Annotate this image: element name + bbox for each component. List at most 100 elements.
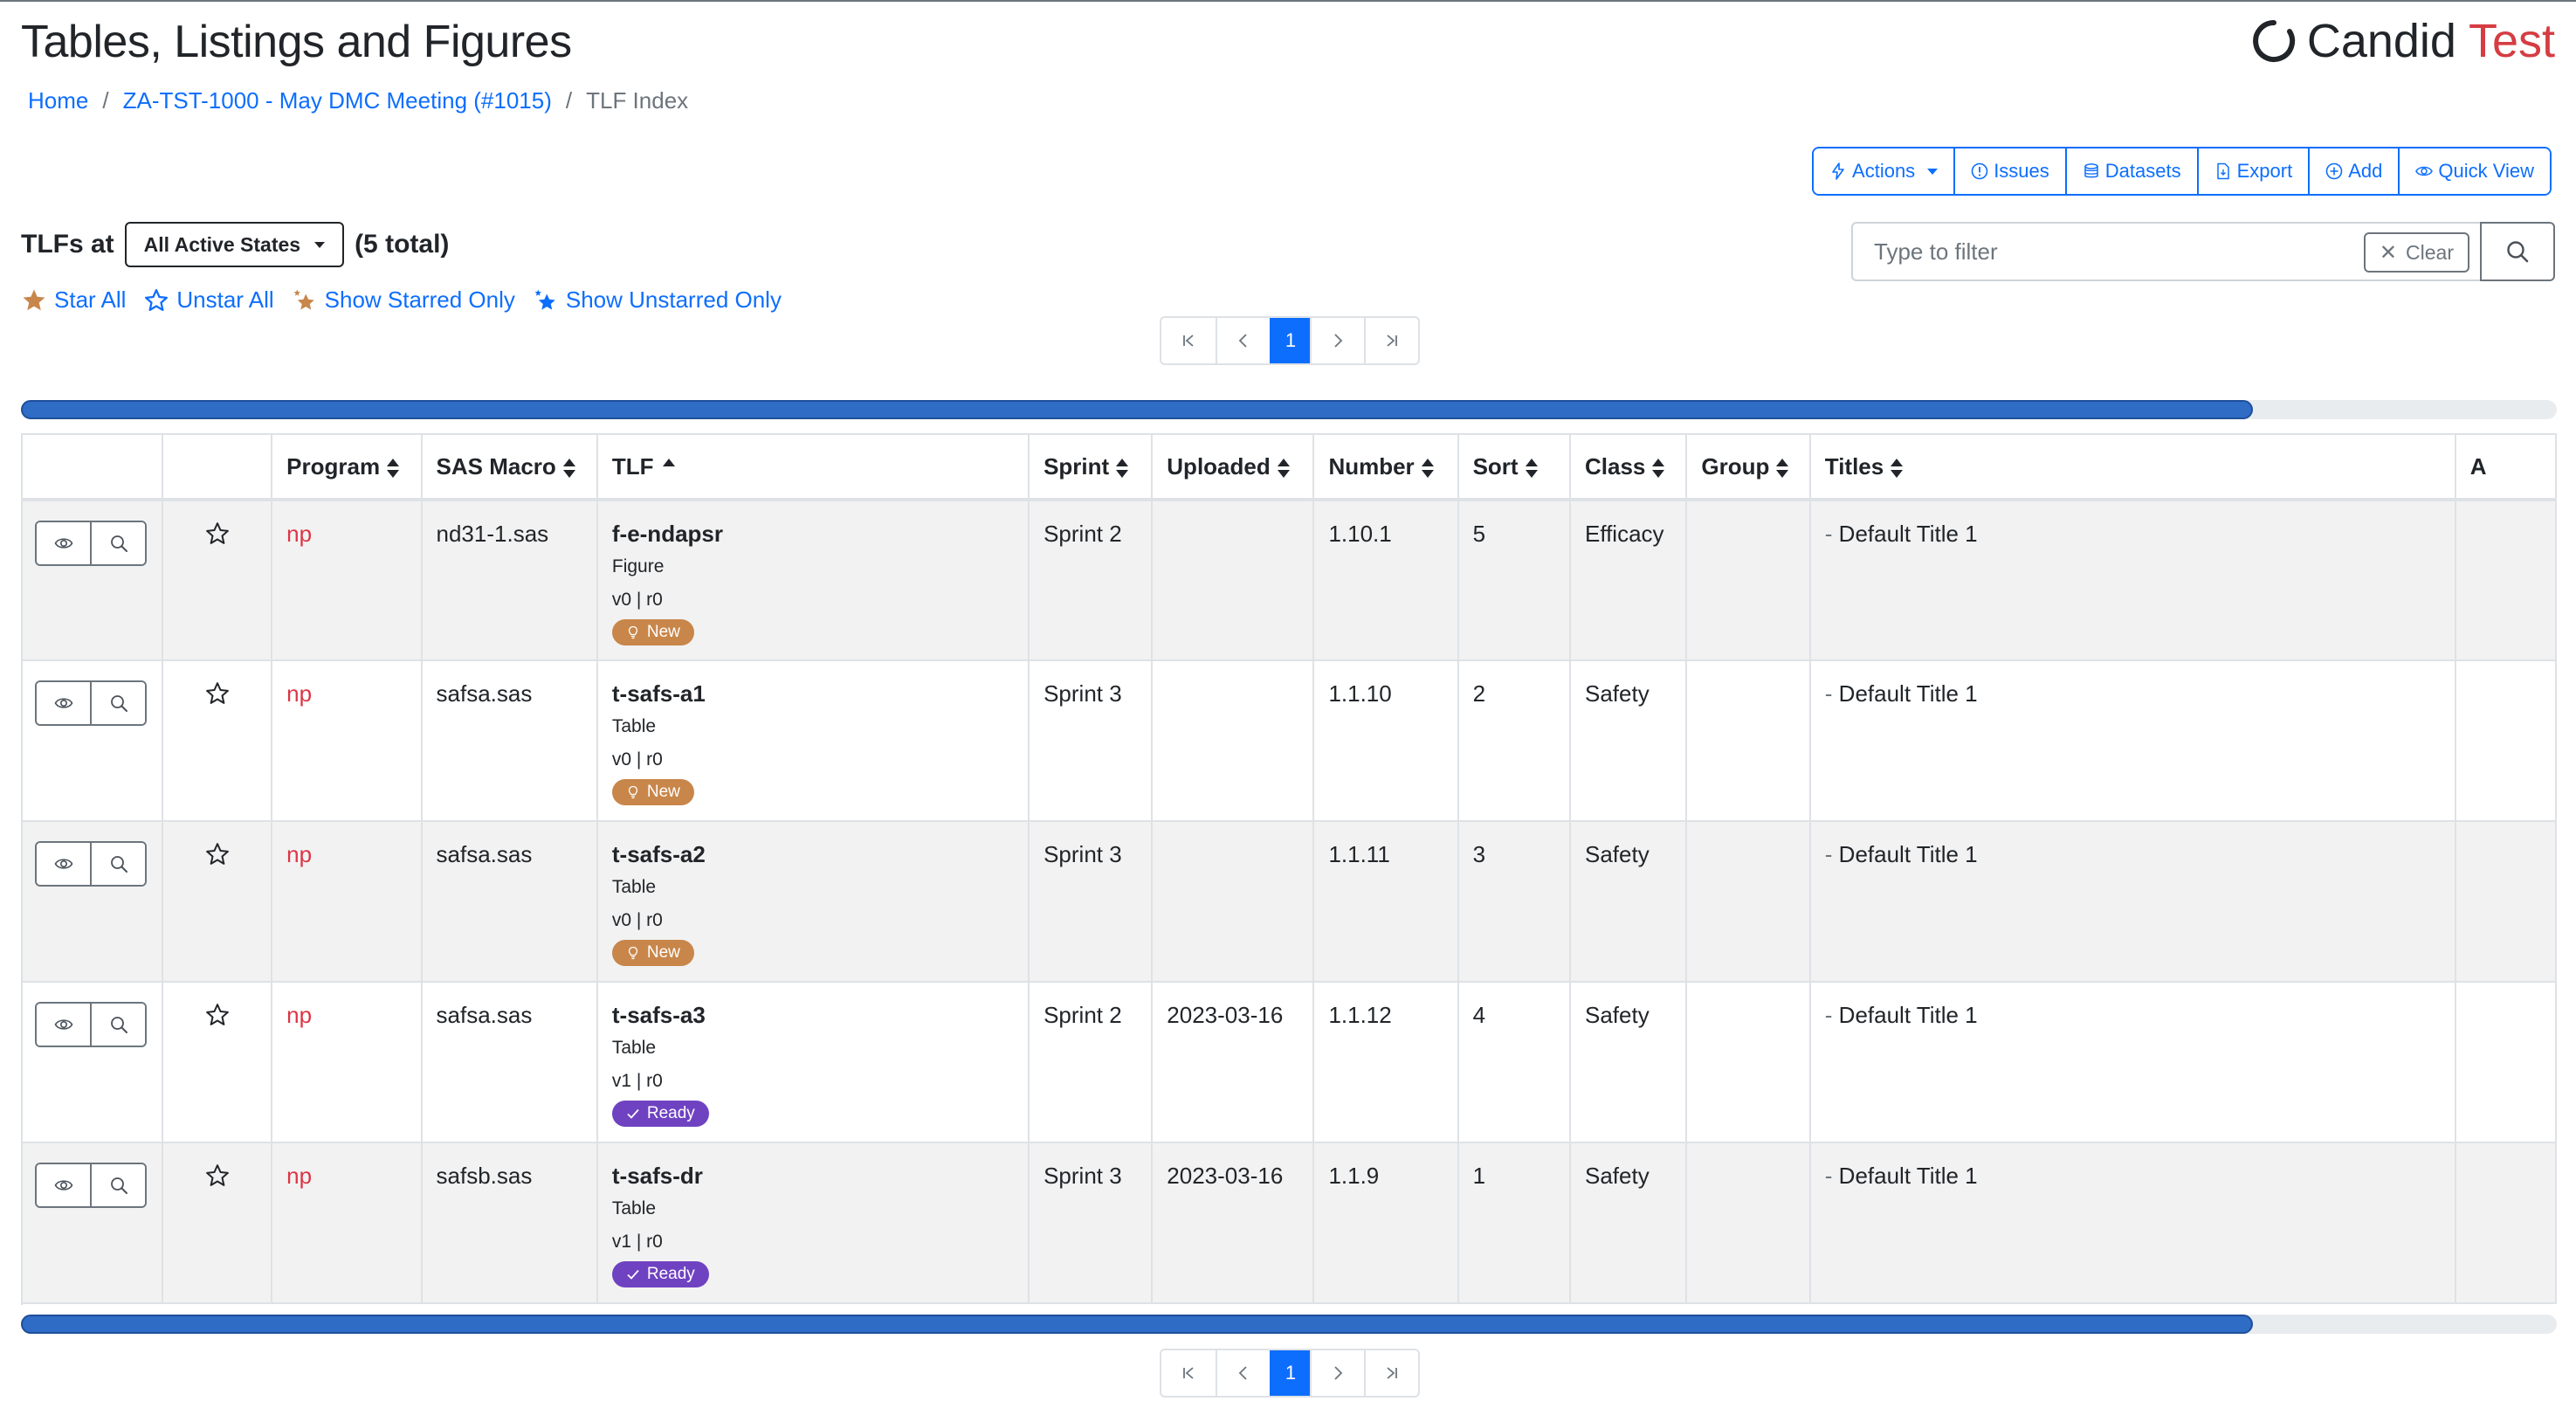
sas-macro-cell: safsa.sas bbox=[421, 821, 598, 983]
sort-icon bbox=[562, 458, 575, 478]
breadcrumb-meeting-link[interactable]: ZA-TST-1000 - May DMC Meeting (#1015) bbox=[123, 87, 552, 114]
horizontal-scrollbar-bottom[interactable] bbox=[21, 1315, 2557, 1334]
scrollbar-thumb[interactable] bbox=[21, 400, 2253, 419]
tlf-name[interactable]: t-safs-dr bbox=[612, 1163, 1014, 1190]
truncated-cell bbox=[2455, 660, 2557, 822]
add-button[interactable]: Add bbox=[2308, 148, 2399, 194]
page-button-current[interactable]: 1 bbox=[1270, 1350, 1310, 1396]
program-cell[interactable]: np bbox=[272, 982, 423, 1143]
actions-button[interactable]: Actions bbox=[1814, 148, 1954, 194]
search-icon bbox=[110, 856, 127, 873]
clear-filter-button[interactable]: ✕ Clear bbox=[2363, 232, 2469, 273]
first-page-button[interactable] bbox=[1161, 318, 1216, 363]
inspect-button[interactable] bbox=[90, 1004, 145, 1046]
scrollbar-thumb[interactable] bbox=[21, 1315, 2253, 1334]
chevron-left-icon bbox=[1238, 1366, 1247, 1380]
first-page-button[interactable] bbox=[1161, 1350, 1216, 1396]
breadcrumb-separator: / bbox=[565, 87, 573, 114]
tlf-name[interactable]: t-safs-a1 bbox=[612, 680, 1014, 708]
inspect-button[interactable] bbox=[90, 843, 145, 885]
row-action-group bbox=[35, 1163, 147, 1208]
column-header-uploaded[interactable]: Uploaded bbox=[1152, 435, 1315, 501]
quick-view-label: Quick View bbox=[2438, 160, 2534, 182]
page-button-current[interactable]: 1 bbox=[1270, 318, 1310, 363]
sas-macro-cell: nd31-1.sas bbox=[421, 500, 598, 661]
status-badge: Ready bbox=[611, 1101, 709, 1127]
last-page-button[interactable] bbox=[1364, 318, 1418, 363]
quick-view-button[interactable]: Quick View bbox=[2398, 148, 2550, 194]
prev-page-button[interactable] bbox=[1216, 1350, 1270, 1396]
column-header-class[interactable]: Class bbox=[1569, 435, 1688, 501]
search-icon bbox=[110, 1177, 127, 1194]
bolt-icon bbox=[1832, 162, 1844, 180]
column-header-program[interactable]: Program bbox=[272, 435, 423, 501]
view-button[interactable] bbox=[37, 522, 90, 564]
tlf-name[interactable]: t-safs-a2 bbox=[612, 841, 1014, 868]
row-actions-cell bbox=[23, 500, 163, 661]
column-header-sort[interactable]: Sort bbox=[1457, 435, 1571, 501]
show-unstarred-link[interactable]: Show Unstarred Only bbox=[533, 286, 782, 314]
sprint-cell: Sprint 3 bbox=[1029, 660, 1154, 822]
next-page-button[interactable] bbox=[1310, 1350, 1364, 1396]
program-cell[interactable]: np bbox=[272, 660, 423, 822]
first-page-icon bbox=[1183, 1367, 1194, 1379]
title-bullet: - bbox=[1824, 1002, 1839, 1028]
tlf-cell: t-safs-dr Table v1 | r0 Ready bbox=[596, 1142, 1030, 1304]
star-toggle[interactable] bbox=[162, 500, 273, 661]
column-header-number[interactable]: Number bbox=[1313, 435, 1459, 501]
uploaded-cell bbox=[1152, 821, 1315, 983]
breadcrumb-home-link[interactable]: Home bbox=[28, 87, 88, 114]
number-cell: 1.10.1 bbox=[1313, 500, 1459, 661]
view-button[interactable] bbox=[37, 682, 90, 724]
inspect-button[interactable] bbox=[90, 522, 145, 564]
column-header-titles[interactable]: Titles bbox=[1809, 435, 2456, 501]
unstar-all-link[interactable]: Unstar All bbox=[143, 286, 274, 314]
tlf-name[interactable]: f-e-ndapsr bbox=[612, 521, 1014, 548]
uploaded-cell: 2023-03-16 bbox=[1152, 1142, 1315, 1304]
export-button[interactable]: Export bbox=[2196, 148, 2309, 194]
view-button[interactable] bbox=[37, 1164, 90, 1206]
column-header-tlf[interactable]: TLF bbox=[596, 435, 1030, 501]
datasets-label: Datasets bbox=[2104, 160, 2181, 182]
brand-logo[interactable]: Candid Test bbox=[2251, 14, 2555, 68]
last-page-button[interactable] bbox=[1364, 1350, 1418, 1396]
breadcrumb: Home / ZA-TST-1000 - May DMC Meeting (#1… bbox=[28, 87, 688, 114]
program-cell[interactable]: np bbox=[272, 1142, 423, 1304]
row-action-group bbox=[35, 1002, 147, 1047]
next-page-button[interactable] bbox=[1310, 318, 1364, 363]
state-select[interactable]: All Active States bbox=[124, 222, 345, 267]
sort-icon bbox=[1891, 458, 1904, 478]
show-starred-link[interactable]: Show Starred Only bbox=[292, 286, 515, 314]
column-header-sprint[interactable]: Sprint bbox=[1029, 435, 1154, 501]
tlf-name[interactable]: t-safs-a3 bbox=[612, 1002, 1014, 1029]
toolbar: Actions Issues Datasets Export Add Quick… bbox=[1812, 147, 2552, 196]
search-icon bbox=[110, 1017, 127, 1033]
issues-button[interactable]: Issues bbox=[1953, 148, 2065, 194]
table-row: np safsa.sas t-safs-a2 Table v0 | r0 New Sprin… bbox=[23, 821, 2557, 983]
row-actions-cell bbox=[23, 982, 163, 1143]
number-cell: 1.1.11 bbox=[1313, 821, 1459, 983]
prev-page-button[interactable] bbox=[1216, 318, 1270, 363]
inspect-button[interactable] bbox=[90, 682, 145, 724]
filter-input[interactable]: Type to filter ✕ Clear bbox=[1851, 222, 2480, 281]
star-toggle[interactable] bbox=[162, 660, 273, 822]
class-cell: Safety bbox=[1569, 821, 1688, 983]
inspect-button[interactable] bbox=[90, 1164, 145, 1206]
star-toggle[interactable] bbox=[162, 821, 273, 983]
program-cell[interactable]: np bbox=[272, 821, 423, 983]
view-button[interactable] bbox=[37, 1004, 90, 1046]
datasets-button[interactable]: Datasets bbox=[2064, 148, 2197, 194]
star-toggle[interactable] bbox=[162, 982, 273, 1143]
column-header-sas-macro[interactable]: SAS Macro bbox=[421, 435, 598, 501]
uploaded-cell bbox=[1152, 500, 1315, 661]
search-button[interactable] bbox=[2480, 222, 2555, 281]
horizontal-scrollbar-top[interactable] bbox=[21, 400, 2557, 419]
truncated-cell bbox=[2455, 1142, 2557, 1304]
column-header-group[interactable]: Group bbox=[1686, 435, 1811, 501]
star-toggle[interactable] bbox=[162, 1142, 273, 1304]
view-button[interactable] bbox=[37, 843, 90, 885]
tlf-type: Figure bbox=[611, 556, 665, 576]
column-header-truncated[interactable]: A bbox=[2455, 435, 2557, 501]
star-all-link[interactable]: Star All bbox=[21, 286, 126, 314]
program-cell[interactable]: np bbox=[272, 500, 423, 661]
